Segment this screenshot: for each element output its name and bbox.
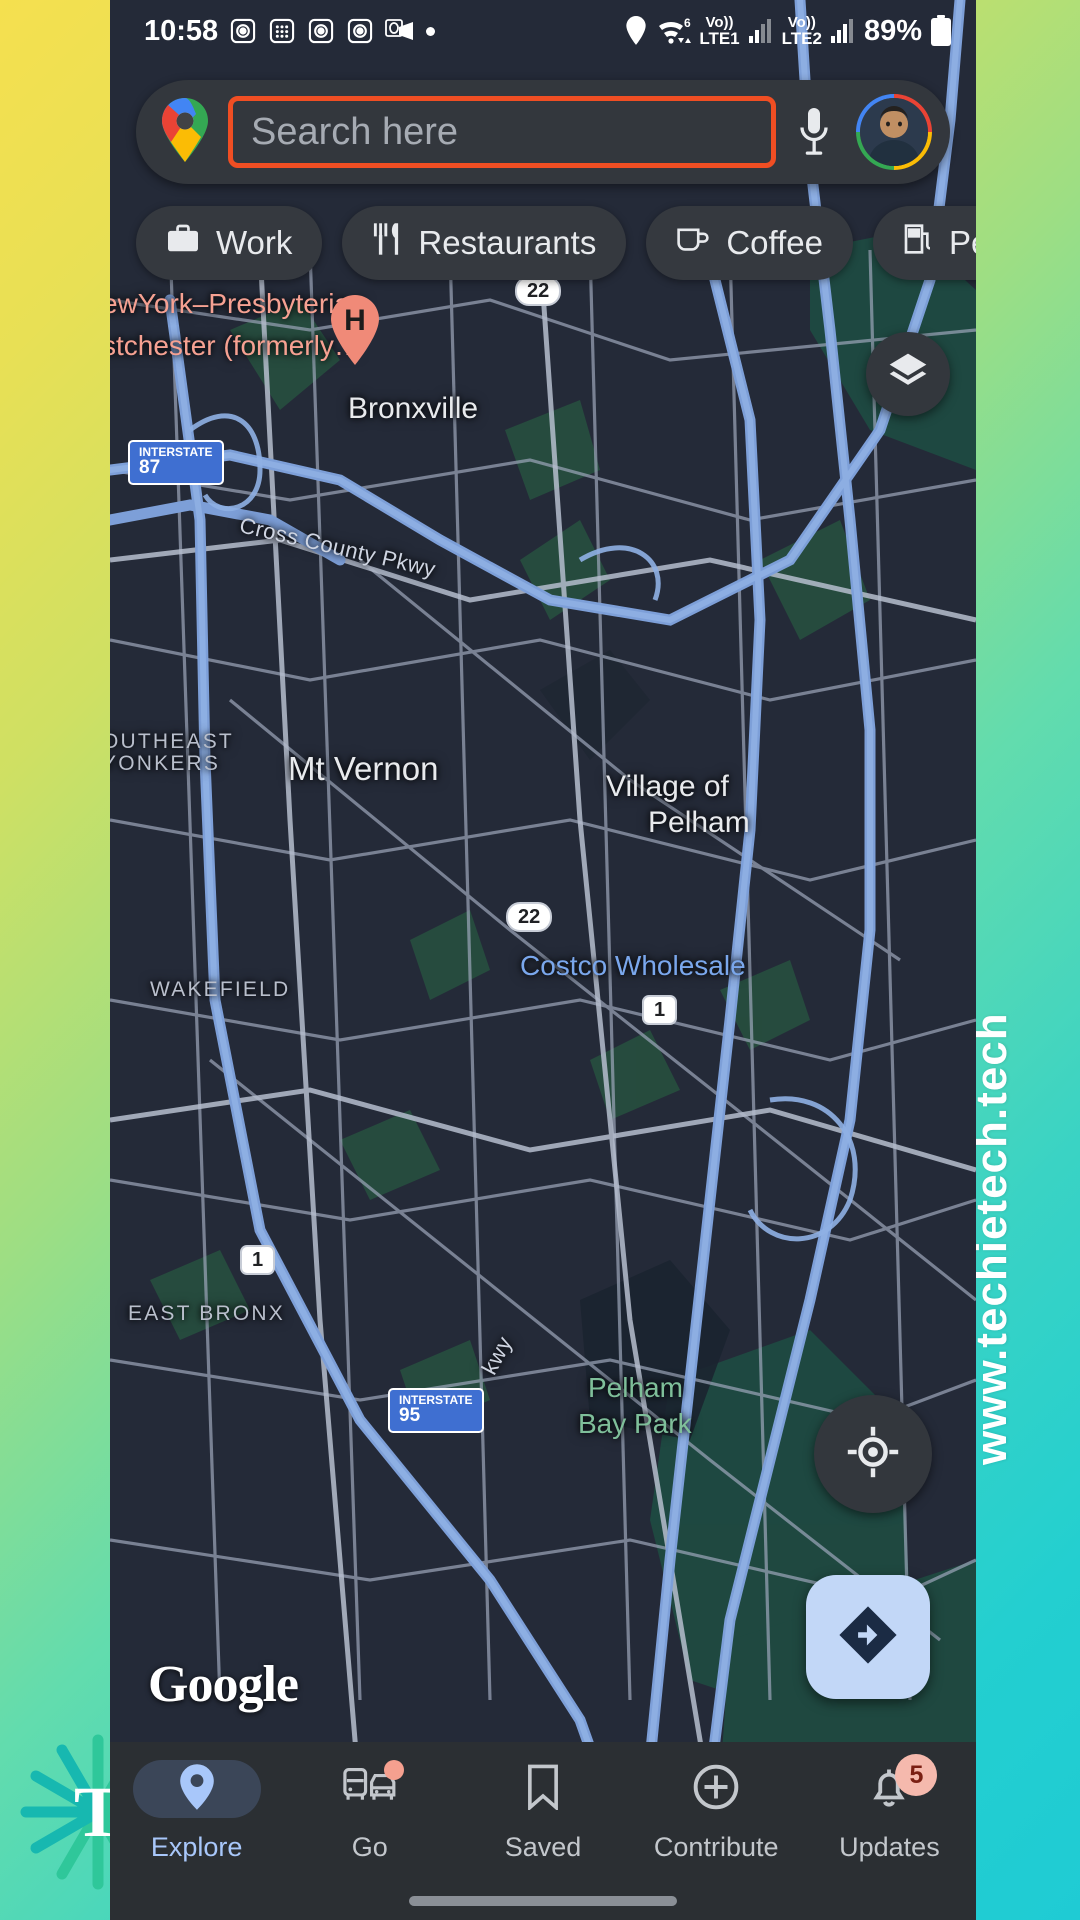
route-shield-22-south: 22 (506, 902, 553, 932)
sim1-volte-indicator: Vo)) LTE1 (699, 15, 739, 47)
status-bar-right: 6 Vo)) LTE1 Vo)) LTE2 89% (623, 15, 952, 48)
avatar-photo (860, 98, 928, 166)
nav-label-updates: Updates (839, 1832, 940, 1862)
apps-grid-icon (268, 17, 296, 45)
route-shield-22-north: 22 (515, 276, 562, 306)
notification-dot-icon (426, 26, 436, 36)
my-location-icon (845, 1424, 901, 1485)
nav-item-contribute[interactable]: Contribute (630, 1742, 803, 1920)
directions-icon (835, 1602, 901, 1673)
voice-search-button[interactable] (786, 106, 842, 158)
restaurant-icon (372, 222, 402, 264)
outlook-icon (385, 17, 415, 45)
nav-icon-wrap-explore (132, 1760, 261, 1818)
sim1-volte-label: Vo)) (705, 14, 734, 31)
chip-petrol[interactable]: Pe (872, 206, 976, 280)
route-shield-i95: INTERSTATE 95 (388, 1388, 484, 1433)
bookmark-icon (524, 1764, 562, 1815)
chip-coffee-label: Coffee (726, 224, 823, 261)
briefcase-icon (166, 224, 200, 262)
camera-icon-2 (307, 17, 335, 45)
sim1-network-label: LTE1 (699, 29, 740, 48)
chip-restaurants[interactable]: Restaurants (342, 206, 627, 280)
layers-icon (886, 350, 930, 399)
my-location-button[interactable] (814, 1395, 932, 1513)
svg-text:H: H (344, 304, 366, 337)
svg-text:6: 6 (684, 16, 691, 30)
gesture-home-bar[interactable] (409, 1896, 677, 1906)
coffee-cup-icon (676, 224, 710, 262)
nav-label-explore: Explore (150, 1832, 243, 1862)
signal-bars-sim1-icon (748, 18, 774, 44)
nav-item-updates[interactable]: 5 Updates (803, 1742, 976, 1920)
chip-work-label: Work (216, 224, 293, 261)
camera-icon-3 (346, 17, 374, 45)
gas-pump-icon (903, 223, 933, 263)
map-layers-button[interactable] (866, 332, 950, 416)
chip-coffee[interactable]: Coffee (646, 206, 853, 280)
route-shield-us1-east: 1 (642, 995, 678, 1025)
nav-item-saved[interactable]: Saved (456, 1742, 629, 1920)
camera-icon (229, 17, 257, 45)
chip-restaurants-label: Restaurants (418, 224, 597, 261)
nav-label-contribute: Contribute (653, 1832, 779, 1862)
sim2-volte-label: Vo)) (787, 14, 816, 31)
search-placeholder: Search here (251, 110, 459, 153)
chip-work[interactable]: Work (136, 206, 323, 280)
signal-bars-sim2-icon (830, 18, 856, 44)
status-bar: 10:58 6 Vo)) LTE1 Vo)) LTE2 89% (110, 0, 976, 62)
nav-badge-updates: 5 (895, 1754, 938, 1796)
sim2-volte-indicator: Vo)) LTE2 (782, 15, 822, 47)
wifi-icon: 6 (657, 16, 692, 46)
nav-item-go[interactable]: Go (283, 1742, 456, 1920)
nav-icon-wrap-go (306, 1760, 434, 1818)
bottom-navigation: Explore Go Saved Contribute 5 Updates (110, 1742, 976, 1920)
directions-button[interactable] (806, 1575, 930, 1699)
nav-item-explore[interactable]: Explore (110, 1742, 283, 1920)
nav-label-saved: Saved (504, 1832, 582, 1862)
nav-label-go: Go (351, 1832, 388, 1862)
nav-icon-wrap-saved (479, 1760, 607, 1818)
search-bar[interactable]: Search here (136, 80, 950, 184)
google-maps-pin-icon (156, 96, 214, 169)
sim2-network-label: LTE2 (781, 29, 822, 48)
category-chips: Work Restaurants Coffee P (136, 206, 976, 280)
route-shield-i87: INTERSTATE 87 (128, 440, 224, 485)
interstate-number-87: 87 (139, 457, 161, 478)
location-icon (623, 16, 649, 46)
interstate-number-95: 95 (399, 1405, 421, 1426)
hospital-marker-icon[interactable]: H (327, 292, 383, 366)
nav-icon-wrap-updates: 5 (825, 1754, 953, 1818)
map-pin-icon (177, 1763, 217, 1816)
plus-circle-icon (693, 1764, 739, 1815)
battery-percent-label: 89% (863, 14, 922, 47)
phone-screen: ewYork–Presbyterian stchester (formerly…… (110, 0, 976, 1920)
nav-icon-wrap-contribute (652, 1760, 780, 1818)
route-shield-us1-west: 1 (240, 1245, 276, 1275)
chip-petrol-label: Pe (948, 224, 976, 261)
avatar[interactable] (856, 94, 932, 170)
battery-icon (930, 15, 952, 47)
nav-badge-dot-go (383, 1760, 404, 1780)
search-input[interactable]: Search here (228, 96, 776, 168)
google-attribution: Google (148, 1656, 299, 1713)
status-bar-clock: 10:58 (144, 14, 219, 47)
status-bar-left: 10:58 (144, 15, 623, 48)
